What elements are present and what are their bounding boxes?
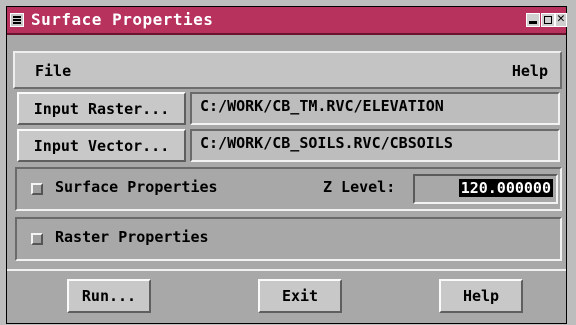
menu-file[interactable]: File	[35, 62, 71, 80]
raster-properties-label: Raster Properties	[55, 228, 209, 246]
title-bar[interactable]: Surface Properties ✕	[7, 7, 567, 35]
window-menu-icon[interactable]	[10, 13, 24, 27]
surface-properties-label: Surface Properties	[55, 178, 218, 196]
surface-properties-window: Surface Properties ✕ File Help Input Ras…	[6, 6, 567, 324]
input-vector-button[interactable]: Input Vector...	[17, 129, 186, 162]
raster-path-field: C:/WORK/CB_TM.RVC/ELEVATION	[190, 92, 560, 125]
surface-properties-frame: Surface Properties Z Level: 120.000000	[15, 167, 562, 211]
menu-help[interactable]: Help	[512, 62, 548, 80]
window-title: Surface Properties	[31, 10, 214, 29]
surface-properties-checkbox[interactable]	[31, 183, 43, 195]
vector-path-field: C:/WORK/CB_SOILS.RVC/CBSOILS	[190, 129, 560, 162]
z-level-input[interactable]: 120.000000	[413, 174, 558, 204]
run-button[interactable]: Run...	[67, 279, 151, 313]
menu-bar: File Help	[13, 51, 562, 89]
help-button[interactable]: Help	[439, 279, 523, 313]
raster-properties-frame: Raster Properties	[15, 217, 562, 261]
minimize-icon[interactable]	[526, 13, 540, 27]
raster-properties-checkbox[interactable]	[31, 233, 43, 245]
z-level-value: 120.000000	[458, 179, 553, 197]
input-raster-button[interactable]: Input Raster...	[17, 92, 186, 125]
exit-button[interactable]: Exit	[258, 279, 342, 313]
z-level-label: Z Level:	[323, 178, 396, 196]
maximize-icon[interactable]	[541, 13, 555, 27]
close-icon[interactable]: ✕	[555, 11, 567, 27]
